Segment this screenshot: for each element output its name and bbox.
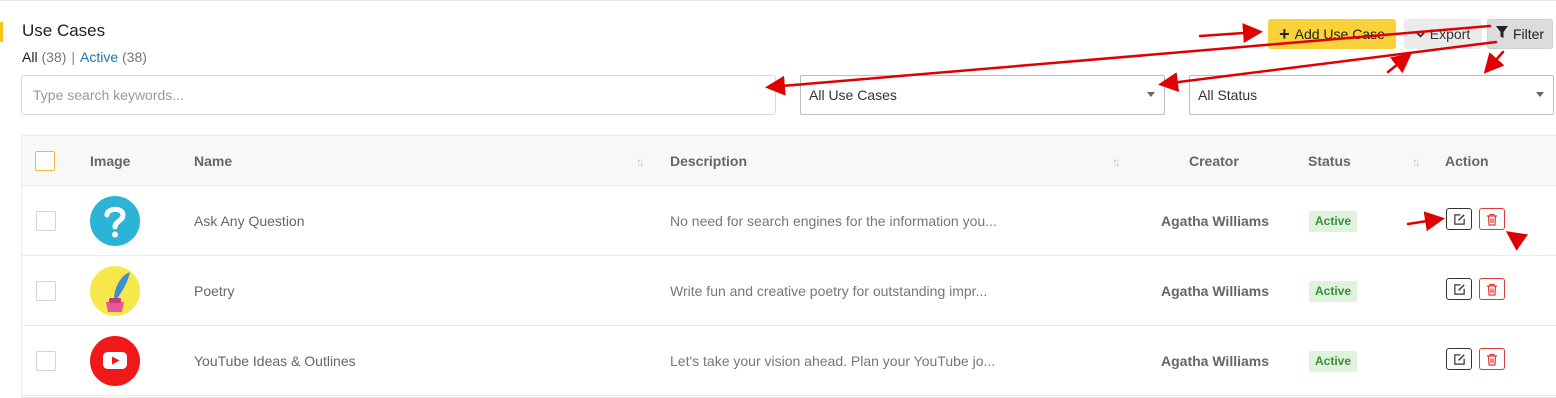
- annotation-arrow: [1483, 50, 1505, 74]
- export-label: Export: [1429, 26, 1471, 42]
- row-description: No need for search engines for the infor…: [670, 213, 997, 229]
- plus-icon: +: [1279, 24, 1290, 44]
- column-header-image: Image: [90, 153, 131, 169]
- status-badge: Active: [1309, 351, 1358, 372]
- row-description: Let's take your vision ahead. Plan your …: [670, 353, 996, 369]
- filter-label: Filter: [1512, 26, 1545, 42]
- table-header: Image Name ↑↓ Description ↑↓ Creator Sta…: [22, 136, 1556, 186]
- row-creator: Agatha Williams: [1161, 283, 1270, 299]
- tab-active[interactable]: Active (38): [80, 49, 147, 65]
- column-header-creator: Creator: [1189, 153, 1239, 169]
- row-description: Write fun and creative poetry for outsta…: [670, 283, 988, 299]
- tab-separator: |: [71, 49, 75, 65]
- row-name: Ask Any Question: [194, 213, 305, 229]
- quill-ink-icon: [90, 266, 140, 316]
- tab-all-label: All: [22, 49, 38, 65]
- filter-funnel-icon: [1495, 26, 1508, 42]
- edit-button[interactable]: [1446, 278, 1472, 300]
- tab-active-count: (38): [122, 49, 147, 65]
- use-cases-filter-select[interactable]: All Use Cases: [800, 75, 1165, 115]
- status-badge: Active: [1309, 281, 1358, 302]
- tab-all[interactable]: All (38): [22, 49, 66, 65]
- youtube-play-icon: [90, 336, 140, 386]
- edit-pencil-icon: [1453, 213, 1465, 225]
- column-header-description[interactable]: Description: [670, 153, 747, 169]
- table-row: Poetry Write fun and creative poetry for…: [22, 256, 1556, 326]
- status-filter-value: All Status: [1198, 87, 1258, 103]
- add-use-case-label: Add Use Case: [1294, 26, 1385, 42]
- page-title: Use Cases: [22, 21, 106, 40]
- sort-icon[interactable]: ↑↓: [636, 155, 645, 169]
- edit-button[interactable]: [1446, 348, 1472, 370]
- filter-button[interactable]: Filter: [1487, 19, 1553, 49]
- trash-icon: [1487, 353, 1497, 366]
- edit-pencil-icon: [1453, 353, 1465, 365]
- title-accent-bar: [0, 22, 3, 42]
- top-divider: [0, 0, 1556, 1]
- table-row: YouTube Ideas & Outlines Let's take your…: [22, 326, 1556, 396]
- caret-down-icon: [1536, 92, 1544, 97]
- tab-all-count: (38): [41, 49, 67, 65]
- select-all-checkbox[interactable]: [35, 151, 55, 171]
- edit-button[interactable]: [1446, 208, 1472, 230]
- use-cases-filter-value: All Use Cases: [809, 87, 897, 103]
- row-checkbox[interactable]: [36, 211, 56, 231]
- chevron-down-icon: [1416, 26, 1425, 42]
- export-button[interactable]: Export: [1404, 19, 1482, 49]
- row-checkbox[interactable]: [36, 351, 56, 371]
- status-badge: Active: [1309, 211, 1358, 232]
- edit-pencil-icon: [1453, 283, 1465, 295]
- use-cases-table: Image Name ↑↓ Description ↑↓ Creator Sta…: [21, 135, 1556, 398]
- status-filter-select[interactable]: All Status: [1189, 75, 1554, 115]
- trash-icon: [1487, 283, 1497, 296]
- caret-down-icon: [1147, 92, 1155, 97]
- annotation-arrow: [1198, 23, 1263, 44]
- delete-button[interactable]: [1479, 278, 1505, 300]
- annotation-arrow: [1386, 52, 1412, 74]
- row-name: YouTube Ideas & Outlines: [194, 353, 356, 369]
- sort-icon[interactable]: ↑↓: [1112, 155, 1121, 169]
- row-creator: Agatha Williams: [1161, 213, 1270, 229]
- status-tabs: All (38) | Active (38): [22, 49, 147, 65]
- column-header-name[interactable]: Name: [194, 153, 232, 169]
- column-header-action: Action: [1445, 153, 1489, 169]
- tab-active-label: Active: [80, 49, 119, 65]
- search-input[interactable]: [21, 75, 776, 115]
- delete-button[interactable]: [1479, 208, 1505, 230]
- row-checkbox[interactable]: [36, 281, 56, 301]
- column-header-status[interactable]: Status: [1308, 153, 1351, 169]
- add-use-case-button[interactable]: + Add Use Case: [1268, 19, 1396, 49]
- question-mark-icon: [90, 196, 140, 246]
- row-name: Poetry: [194, 283, 235, 299]
- trash-icon: [1487, 213, 1497, 226]
- table-row: Ask Any Question No need for search engi…: [22, 186, 1556, 256]
- row-creator: Agatha Williams: [1161, 353, 1270, 369]
- sort-icon[interactable]: ↑↓: [1412, 155, 1421, 169]
- delete-button[interactable]: [1479, 348, 1505, 370]
